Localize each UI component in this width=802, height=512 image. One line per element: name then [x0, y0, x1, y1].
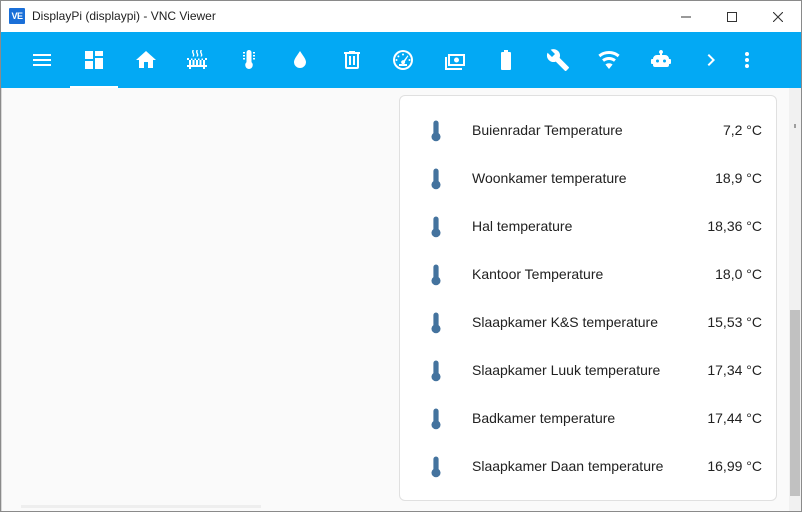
thermometer-icon — [428, 359, 444, 383]
sensor-value: 18,0 °C — [715, 266, 762, 282]
tab-dashboard[interactable] — [70, 32, 118, 88]
thermometer-icon — [243, 50, 255, 69]
window-title: DisplayPi (displaypi) - VNC Viewer — [32, 9, 216, 23]
maximize-button[interactable] — [709, 1, 755, 32]
sensor-row[interactable]: Hal temperature 18,36 °C — [400, 203, 776, 251]
vnc-viewer-window: VE DisplayPi (displaypi) - VNC Viewer Bu… — [0, 0, 802, 512]
maximize-icon — [727, 11, 737, 22]
sensor-name: Hal temperature — [472, 218, 573, 234]
tab-temperature[interactable] — [225, 32, 273, 88]
more-options-button[interactable] — [723, 32, 771, 88]
tab-waste[interactable] — [328, 32, 376, 88]
temperature-entities-card: Buienradar Temperature 7,2 °C Woonkamer … — [399, 95, 777, 501]
close-icon — [773, 11, 783, 22]
sensor-value: 7,2 °C — [722, 122, 762, 138]
thermometer-icon — [428, 407, 444, 431]
scrollbar-thumb[interactable] — [790, 310, 800, 496]
sensor-name: Woonkamer temperature — [472, 170, 627, 186]
chevron-right-icon — [707, 54, 715, 66]
sensor-value: 18,9 °C — [715, 170, 762, 186]
sensor-name: Slaapkamer K&S temperature — [472, 314, 658, 330]
thermometer-icon — [428, 167, 444, 191]
menu-button[interactable] — [18, 32, 66, 88]
battery-icon — [501, 50, 511, 70]
minimize-icon — [681, 16, 691, 17]
vnc-app-icon: VE — [9, 8, 25, 24]
trash-can-icon — [344, 51, 360, 69]
thermometer-icon — [428, 119, 444, 143]
tab-water[interactable] — [276, 32, 324, 88]
robot-icon — [651, 50, 671, 67]
thermometer-icon — [428, 455, 444, 479]
tab-energy-meter[interactable] — [379, 32, 427, 88]
title-bar[interactable]: VE DisplayPi (displaypi) - VNC Viewer — [1, 1, 801, 32]
thermometer-icon — [428, 215, 444, 239]
divider — [21, 505, 261, 508]
divider — [1, 88, 2, 511]
more-vertical-icon — [745, 52, 749, 68]
water-drop-icon — [294, 51, 306, 68]
sensor-name: Buienradar Temperature — [472, 122, 623, 138]
tab-battery[interactable] — [482, 32, 530, 88]
dashboard-icon — [85, 51, 103, 69]
radiator-icon — [187, 50, 207, 69]
sensor-value: 16,99 °C — [707, 458, 762, 474]
sensor-row[interactable]: Slaapkamer K&S temperature 15,53 °C — [400, 299, 776, 347]
thermometer-icon — [428, 311, 444, 335]
close-button[interactable] — [755, 1, 801, 32]
sensor-row[interactable]: Woonkamer temperature 18,9 °C — [400, 155, 776, 203]
tab-heating[interactable] — [173, 32, 221, 88]
sensor-row[interactable]: Kantoor Temperature 18,0 °C — [400, 251, 776, 299]
sensor-value: 17,34 °C — [707, 362, 762, 378]
wrench-icon — [546, 49, 569, 71]
tab-settings[interactable] — [534, 32, 582, 88]
sensor-name: Slaapkamer Daan temperature — [472, 458, 664, 474]
gauge-icon — [393, 50, 413, 70]
app-toolbar — [1, 32, 801, 88]
menu-icon — [33, 54, 51, 66]
tab-home[interactable] — [122, 32, 170, 88]
dashboard-view[interactable]: Buienradar Temperature 7,2 °C Woonkamer … — [1, 88, 801, 511]
sensor-name: Badkamer temperature — [472, 410, 616, 426]
sensor-value: 18,36 °C — [707, 218, 762, 234]
tab-automation[interactable] — [637, 32, 685, 88]
sensor-value: 15,53 °C — [707, 314, 762, 330]
sensor-row[interactable]: Slaapkamer Daan temperature 16,99 °C — [400, 443, 776, 491]
scroll-up-arrow[interactable] — [794, 124, 796, 128]
thermometer-icon — [428, 263, 444, 287]
sensor-value: 17,44 °C — [707, 410, 762, 426]
tab-costs[interactable] — [431, 32, 479, 88]
cash-icon — [445, 54, 465, 70]
sensor-name: Slaapkamer Luuk temperature — [472, 362, 661, 378]
wifi-icon — [598, 51, 620, 69]
minimize-button[interactable] — [663, 1, 709, 32]
tab-network[interactable] — [585, 32, 633, 88]
home-icon — [136, 51, 156, 68]
sensor-row[interactable]: Slaapkamer Luuk temperature 17,34 °C — [400, 347, 776, 395]
sensor-row[interactable]: Buienradar Temperature 7,2 °C — [400, 107, 776, 155]
sensor-row[interactable]: Badkamer temperature 17,44 °C — [400, 395, 776, 443]
sensor-name: Kantoor Temperature — [472, 266, 604, 282]
vertical-scrollbar[interactable] — [789, 88, 801, 511]
